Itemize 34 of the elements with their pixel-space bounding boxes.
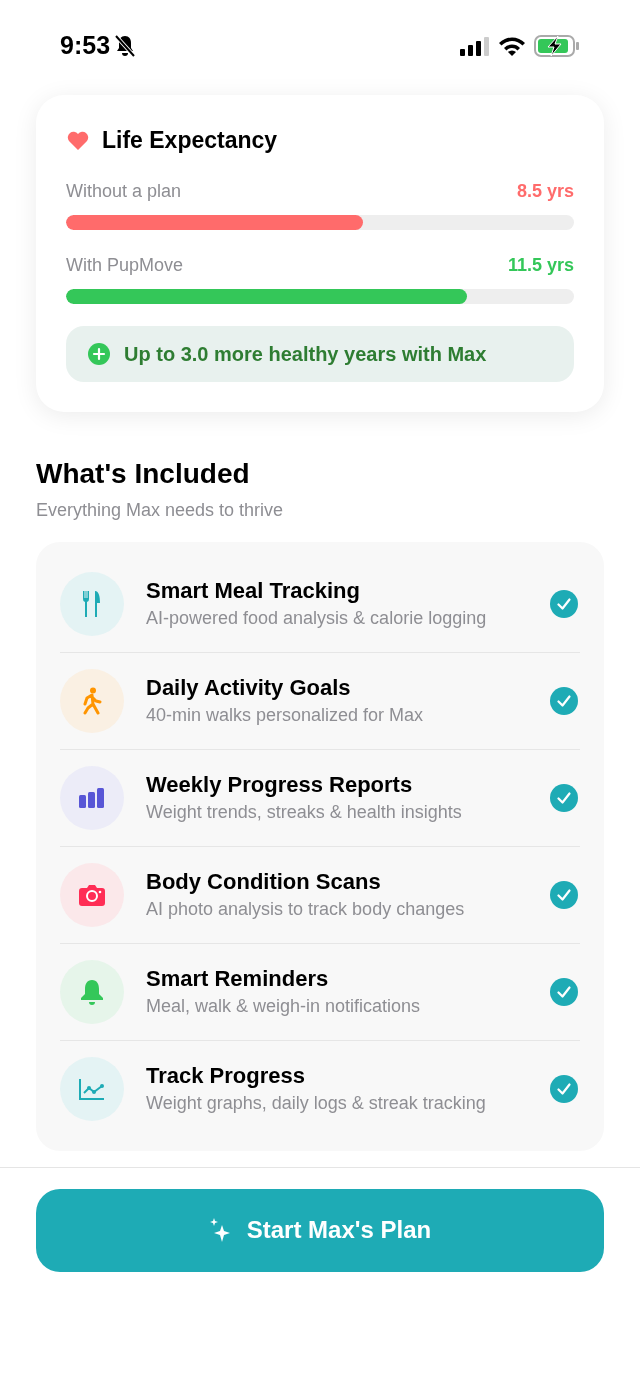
card-title: Life Expectancy (102, 126, 278, 155)
feature-description: Meal, walk & weigh-in notifications (146, 995, 422, 1018)
line-chart-icon (79, 1077, 105, 1100)
feature-title: Smart Reminders (146, 965, 330, 993)
section-subtitle: Everything Max needs to thrive (36, 498, 285, 522)
section-title: What's Included (36, 456, 251, 491)
feature-description: 40-min walks personalized for Max (146, 704, 425, 727)
signal-icon (460, 36, 490, 56)
bar-value: 11.5 yrs (507, 253, 574, 277)
feature-title: Track Progress (146, 1062, 306, 1090)
bar-value: 8.5 yrs (516, 179, 574, 203)
camera-icon (79, 883, 105, 906)
status-time: 9:53 (60, 30, 111, 62)
feature-description: Weight graphs, daily logs & streak tracking (146, 1092, 487, 1115)
start-plan-button[interactable]: Start Max's Plan (36, 1188, 604, 1272)
bar-label: Without a plan (66, 179, 182, 203)
banner-text: Up to 3.0 more healthy years with Max (124, 341, 487, 367)
feature-title: Smart Meal Tracking (146, 577, 361, 605)
bell-muted-icon (114, 34, 137, 58)
feature-title: Daily Activity Goals (146, 674, 352, 702)
feature-title: Body Condition Scans (146, 868, 382, 896)
feature-description: Weight trends, streaks & health insights (146, 801, 463, 824)
feature-description: AI-powered food analysis & calorie logging (146, 607, 488, 630)
feature-title: Weekly Progress Reports (146, 771, 414, 799)
plus-circle-icon (88, 342, 110, 365)
utensils-icon (82, 589, 102, 618)
walking-person-icon (81, 686, 103, 715)
wifi-icon (498, 36, 526, 56)
bar-label: With PupMove (66, 253, 184, 277)
heart-icon (66, 129, 90, 152)
bar-chart-icon (79, 787, 105, 808)
battery-charging-icon (534, 35, 580, 57)
feature-description: AI photo analysis to track body changes (146, 898, 466, 921)
bell-icon (80, 978, 104, 1005)
